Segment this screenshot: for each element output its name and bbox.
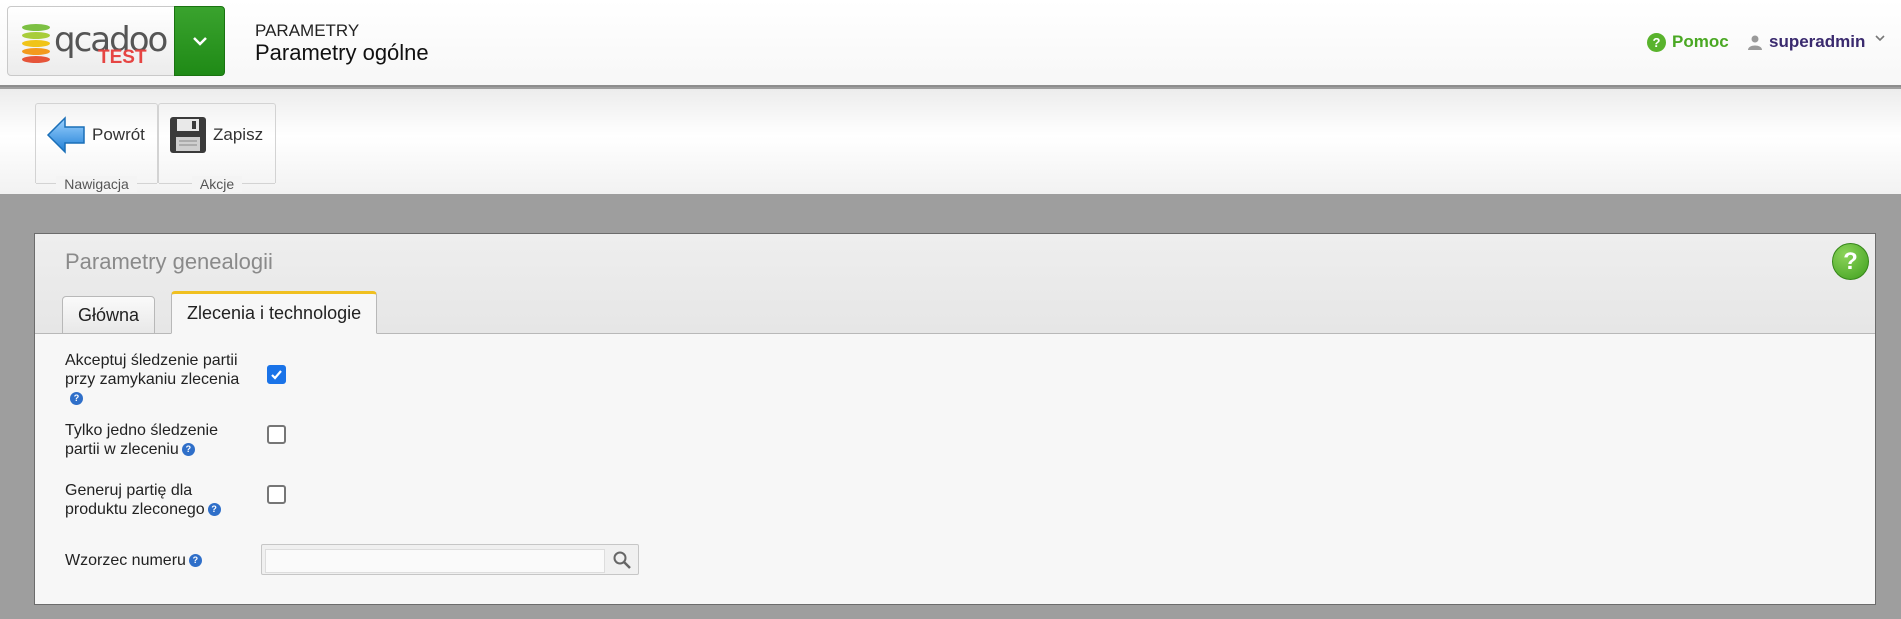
help-link[interactable]: ? Pomoc <box>1647 32 1729 52</box>
user-icon <box>1748 35 1762 50</box>
panel-header: Parametry genealogii ? Główna Zlecenia i… <box>35 234 1875 334</box>
field-label-number-pattern: Wzorzec numeru? <box>65 551 202 570</box>
help-icon: ? <box>1647 32 1666 52</box>
single-batch-tracking-checkbox[interactable] <box>267 425 286 444</box>
back-button-label: Powrót <box>92 125 145 144</box>
parameters-panel: Parametry genealogii ? Główna Zlecenia i… <box>34 233 1876 605</box>
generate-batch-checkbox[interactable] <box>267 485 286 504</box>
toolbar-ribbon: Powrót Nawigacja Zapisz Akcje <box>0 89 1901 194</box>
accept-batch-tracking-checkbox[interactable] <box>267 365 286 384</box>
field-label-accept-batch-tracking: Akceptuj śledzenie partii przy zamykaniu… <box>65 352 240 406</box>
page-title: Parametry ogólne <box>255 40 429 65</box>
panel-title: Parametry genealogii <box>65 249 273 274</box>
field-help-icon[interactable]: ? <box>207 503 221 517</box>
main-menu-toggle-button[interactable] <box>174 6 225 76</box>
top-header: qcadoo TEST PARAMETRY Parametry ogólne ?… <box>0 0 1901 87</box>
number-pattern-lookup <box>261 544 639 575</box>
save-button[interactable]: Zapisz <box>159 104 273 166</box>
back-button[interactable]: Powrót <box>36 104 155 166</box>
breadcrumb-section: PARAMETRY <box>255 21 360 40</box>
logo-mark-icon <box>22 24 50 64</box>
field-help-icon[interactable]: ? <box>188 554 202 568</box>
search-icon <box>613 551 631 569</box>
checkmark-icon <box>271 370 282 380</box>
ribbon-group-navigation: Powrót Nawigacja <box>35 103 158 192</box>
tab-orders-technologies[interactable]: Zlecenia i technologie <box>171 291 378 334</box>
user-name: superadmin <box>1769 32 1866 51</box>
ribbon-group-actions: Zapisz Akcje <box>158 103 276 192</box>
ribbon-group-caption: Akcje <box>191 176 243 192</box>
app-logo[interactable]: qcadoo TEST <box>7 6 175 76</box>
user-menu[interactable]: superadmin <box>1747 32 1865 52</box>
floppy-disk-icon <box>170 117 206 153</box>
chevron-down-icon <box>192 37 207 46</box>
field-label-generate-batch: Generuj partię dla produktu zleconego? <box>65 481 221 519</box>
tab-main[interactable]: Główna <box>62 296 156 334</box>
save-button-label: Zapisz <box>213 125 264 144</box>
help-label: Pomoc <box>1672 32 1729 51</box>
panel-help-icon[interactable]: ? <box>1832 243 1869 280</box>
back-arrow-icon <box>46 116 85 154</box>
field-help-icon[interactable]: ? <box>70 392 83 406</box>
field-label-single-batch-tracking: Tylko jedno śledzenie partii w zleceniu? <box>65 422 218 458</box>
field-help-icon[interactable]: ? <box>181 443 195 457</box>
ribbon-group-caption: Nawigacja <box>56 176 137 192</box>
lookup-search-button[interactable] <box>612 550 634 570</box>
number-pattern-input[interactable] <box>265 549 605 573</box>
environment-badge: TEST <box>98 47 147 68</box>
user-menu-chevron-icon[interactable] <box>1874 34 1886 42</box>
